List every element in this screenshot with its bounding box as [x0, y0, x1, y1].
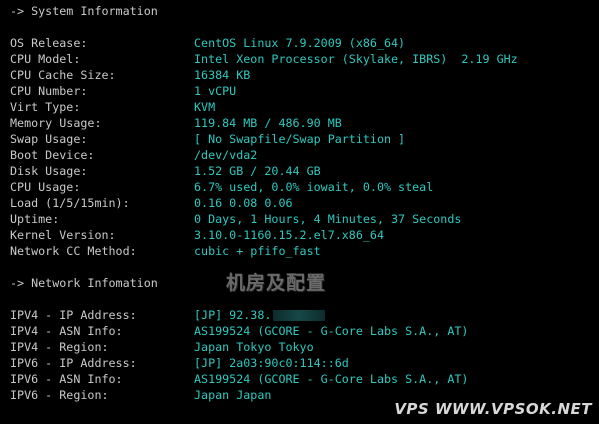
- row-value: Intel Xeon Processor (Skylake, IBRS) 2.1…: [194, 52, 518, 66]
- row-label: CPU Number:: [10, 84, 88, 98]
- row-value: AS199524 (GCORE - G-Core Labs S.A., AT): [194, 372, 469, 386]
- row-value: 1.52 GB / 20.44 GB: [194, 164, 321, 178]
- row-label: Virt Type:: [10, 100, 81, 114]
- row-value: 0.16 0.08 0.06: [194, 196, 293, 210]
- row-value: [ No Swapfile/Swap Partition ]: [194, 132, 406, 146]
- row-value: Japan Tokyo Tokyo: [194, 340, 314, 354]
- row-value: cubic + pfifo_fast: [194, 244, 321, 258]
- system-info-header: -> System Information: [10, 4, 158, 18]
- row-label: Load (1/5/15min):: [10, 196, 130, 210]
- row-label: Uptime:: [10, 212, 60, 226]
- row-value: Japan Japan: [194, 388, 272, 402]
- row-boot-device: Boot Device: /dev/vda2: [10, 147, 257, 163]
- row-value: 119.84 MB / 486.90 MB: [194, 116, 342, 130]
- row-value: [JP] 92.38.: [194, 308, 272, 322]
- row-label: IPV6 - ASN Info:: [10, 372, 123, 386]
- row-cpu-cache: CPU Cache Size: 16384 KB: [10, 67, 250, 83]
- row-ipv4-region: IPV4 - Region: Japan Tokyo Tokyo: [10, 339, 314, 355]
- terminal-window[interactable]: -> System Information OS Release: CentOS …: [0, 0, 599, 424]
- row-cpu-usage: CPU Usage: 6.7% used, 0.0% iowait, 0.0% s…: [10, 179, 433, 195]
- row-ipv6-asn: IPV6 - ASN Info: AS199524 (GCORE - G-Core…: [10, 371, 468, 387]
- row-ipv4-address: IPV4 - IP Address: [JP] 92.38.: [10, 307, 326, 323]
- row-label: IPV6 - IP Address:: [10, 356, 137, 370]
- watermark-corner: VPS WWW.VPSOK.NET: [394, 400, 592, 418]
- row-value: 16384 KB: [194, 68, 251, 82]
- row-ipv6-address: IPV6 - IP Address: [JP] 2a03:90c0:114::6d: [10, 355, 349, 371]
- row-label: IPV4 - IP Address:: [10, 308, 137, 322]
- row-value: 6.7% used, 0.0% iowait, 0.0% steal: [194, 180, 434, 194]
- row-label: IPV4 - Region:: [10, 340, 109, 354]
- row-network-cc: Network CC Method: cubic + pfifo_fast: [10, 243, 321, 259]
- row-label: Memory Usage:: [10, 116, 102, 130]
- row-label: OS Release:: [10, 36, 88, 50]
- row-ipv6-region: IPV6 - Region: Japan Japan: [10, 387, 271, 403]
- row-label: Swap Usage:: [10, 132, 88, 146]
- network-info-header: -> Network Infomation: [10, 276, 158, 290]
- row-memory-usage: Memory Usage: 119.84 MB / 486.90 MB: [10, 115, 342, 131]
- row-cpu-model: CPU Model: Intel Xeon Processor (Skylake,…: [10, 51, 518, 67]
- row-load: Load (1/5/15min): 0.16 0.08 0.06: [10, 195, 293, 211]
- row-label: IPV6 - Region:: [10, 388, 109, 402]
- row-value: 0 Days, 1 Hours, 4 Minutes, 37 Seconds: [194, 212, 462, 226]
- row-os-release: OS Release: CentOS Linux 7.9.2009 (x86_64…: [10, 35, 405, 51]
- row-value: 3.10.0-1160.15.2.el7.x86_64: [194, 228, 384, 242]
- row-label: CPU Cache Size:: [10, 68, 116, 82]
- row-label: CPU Usage:: [10, 180, 81, 194]
- row-cpu-number: CPU Number: 1 vCPU: [10, 83, 236, 99]
- row-disk-usage: Disk Usage: 1.52 GB / 20.44 GB: [10, 163, 321, 179]
- row-virt-type: Virt Type: KVM: [10, 99, 215, 115]
- redaction-mask: [273, 310, 326, 321]
- row-value: KVM: [194, 100, 216, 114]
- row-value: AS199524 (GCORE - G-Core Labs S.A., AT): [194, 324, 469, 338]
- row-label: IPV4 - ASN Info:: [10, 324, 123, 338]
- row-swap-usage: Swap Usage: [ No Swapfile/Swap Partition …: [10, 131, 405, 147]
- row-value: CentOS Linux 7.9.2009 (x86_64): [194, 36, 406, 50]
- row-label: Kernel Version:: [10, 228, 116, 242]
- row-value: 1 vCPU: [194, 84, 237, 98]
- row-label: Disk Usage:: [10, 164, 88, 178]
- row-label: Network CC Method:: [10, 244, 137, 258]
- row-value: [JP] 2a03:90c0:114::6d: [194, 356, 349, 370]
- row-label: Boot Device:: [10, 148, 95, 162]
- row-ipv4-asn: IPV4 - ASN Info: AS199524 (GCORE - G-Core…: [10, 323, 468, 339]
- row-uptime: Uptime: 0 Days, 1 Hours, 4 Minutes, 37 Se…: [10, 211, 461, 227]
- row-value: /dev/vda2: [194, 148, 258, 162]
- row-kernel-version: Kernel Version: 3.10.0-1160.15.2.el7.x86_…: [10, 227, 384, 243]
- watermark-center: 机房及配置: [226, 272, 327, 294]
- row-label: CPU Model:: [10, 52, 81, 66]
